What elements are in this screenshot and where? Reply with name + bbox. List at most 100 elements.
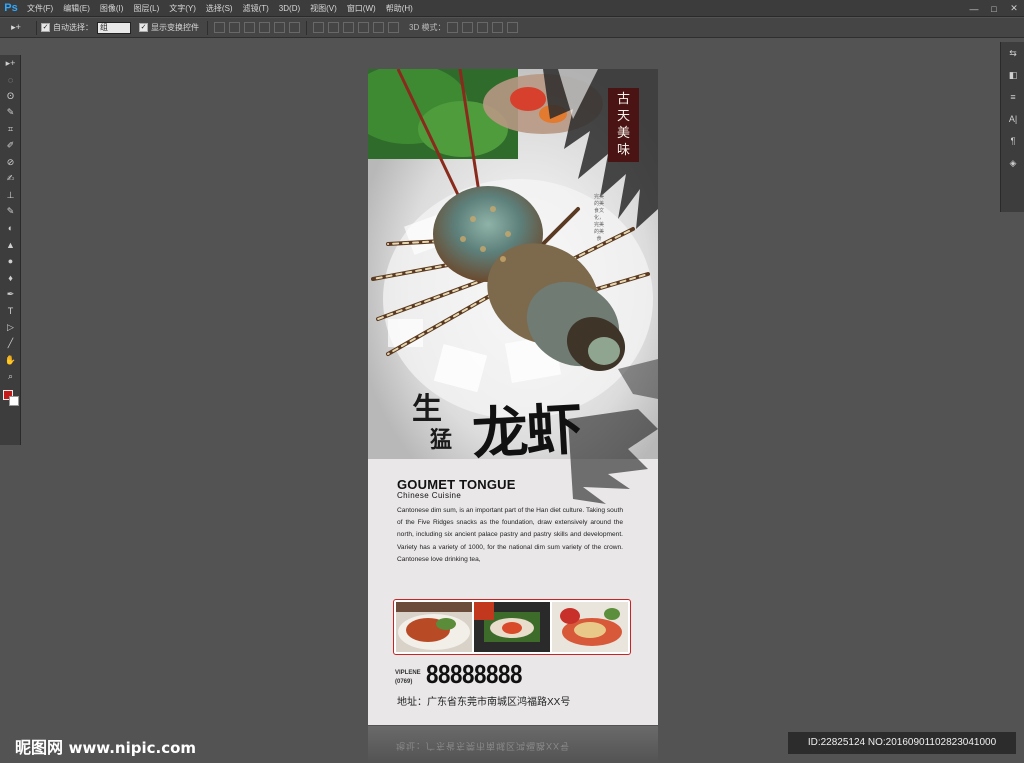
distribute-bottom-icon[interactable] (343, 22, 354, 33)
body-paragraph: Cantonese dim sum, is an important part … (397, 507, 623, 563)
title-lobster: 龙虾 (470, 396, 582, 468)
paragraph-panel-icon[interactable]: ¶ (1001, 130, 1024, 152)
dish-photo (552, 602, 628, 652)
dodge-tool-icon[interactable]: ♦ (0, 270, 21, 287)
move-tool-icon[interactable]: ▸+ (0, 55, 21, 72)
seal-char: 味 (616, 143, 630, 158)
pen-tool-icon[interactable]: ✒ (0, 286, 21, 303)
close-button[interactable]: ✕ (1004, 0, 1024, 17)
dish-photo (474, 602, 550, 652)
blur-tool-icon[interactable]: ● (0, 253, 21, 270)
layers-panel-icon[interactable]: ◧ (1001, 64, 1024, 86)
menu-edit[interactable]: 编辑(E) (58, 0, 95, 17)
menu-view[interactable]: 视图(V) (305, 0, 342, 17)
seal-char: 古 (616, 92, 630, 107)
canvas-reflection: 地址：广东省东莞市南城区鸿福路XX号 (368, 726, 658, 763)
auto-select-dropdown[interactable]: 组 (97, 21, 131, 34)
healing-brush-tool-icon[interactable]: ⊘ (0, 154, 21, 171)
watermark-logo-url: www.nipic.com (68, 739, 197, 757)
menu-file[interactable]: 文件(F) (22, 0, 58, 17)
history-panel-icon[interactable]: ⇆ (1001, 42, 1024, 64)
english-subtitle: Chinese Cuisine (397, 491, 462, 500)
align-left-icon[interactable] (259, 22, 270, 33)
distribute-hcenter-icon[interactable] (373, 22, 384, 33)
distribute-left-icon[interactable] (358, 22, 369, 33)
menu-3d[interactable]: 3D(D) (274, 0, 305, 17)
distribute-top-icon[interactable] (313, 22, 324, 33)
photoshop-window: Ps 文件(F) 编辑(E) 图像(I) 图层(L) 文字(Y) 选择(S) 滤… (0, 0, 1024, 763)
watermark-logo: 昵图网 www.nipic.com (15, 734, 196, 758)
3d-slide-icon[interactable] (492, 22, 504, 33)
divider (36, 20, 37, 35)
menu-select[interactable]: 选择(S) (201, 0, 238, 17)
title-char-meng: 猛 (430, 427, 453, 453)
align-bottom-icon[interactable] (244, 22, 255, 33)
options-bar: ▸+ ✓ 自动选择： 组 ✓ 显示变换控件 3D 模式： (0, 18, 1024, 38)
vip-label: VIPLENE (395, 670, 421, 676)
hand-tool-icon[interactable]: ✋ (0, 352, 21, 369)
lasso-tool-icon[interactable]: ʘ (0, 88, 21, 105)
auto-select-checkbox[interactable]: ✓ (41, 23, 50, 32)
marquee-tool-icon[interactable]: ◌ (0, 72, 21, 89)
window-controls: — □ ✕ (964, 0, 1024, 17)
show-transform-checkbox[interactable]: ✓ (139, 23, 148, 32)
menu-layer[interactable]: 图层(L) (128, 0, 164, 17)
document-canvas[interactable]: 古 天 美 味 完美的美食文化，完美的美食 生 猛 龙虾 GOUMET TONG… (368, 69, 658, 725)
vertical-tagline: 完美的美食文化，完美的美食 (594, 194, 605, 242)
minimize-button[interactable]: — (964, 0, 984, 17)
watermark-logo-prefix: 昵图网 (15, 738, 64, 757)
3d-scale-icon[interactable] (507, 22, 519, 33)
line-tool-icon[interactable]: ╱ (0, 336, 21, 353)
align-vcenter-icon[interactable] (229, 22, 240, 33)
distribute-right-icon[interactable] (388, 22, 399, 33)
quick-select-tool-icon[interactable]: ✎ (0, 105, 21, 122)
show-transform-label: 显示变换控件 (151, 23, 199, 32)
brush-tool-icon[interactable]: ✍ (0, 171, 21, 188)
gradient-tool-icon[interactable]: ▲ (0, 237, 21, 254)
english-title: GOUMET TONGUE (397, 477, 516, 492)
phone-number: 88888888 (426, 659, 523, 689)
maximize-button[interactable]: □ (984, 0, 1004, 17)
right-panel-dock: ⇆ ◧ ≡ A| ¶ ◈ (1000, 42, 1024, 212)
seal-stamp: 古 天 美 味 (608, 88, 639, 162)
menu-help[interactable]: 帮助(H) (381, 0, 418, 17)
history-brush-tool-icon[interactable]: ✎ (0, 204, 21, 221)
background-color-swatch[interactable] (9, 396, 19, 406)
menu-window[interactable]: 窗口(W) (342, 0, 381, 17)
watermark-id: ID:22825124 NO:20160901102823041000 (788, 732, 1016, 754)
clone-stamp-tool-icon[interactable]: ⊥ (0, 187, 21, 204)
auto-select-label: 自动选择： (53, 23, 93, 32)
area-code: (0769) (395, 679, 413, 685)
3d-roll-icon[interactable] (462, 22, 474, 33)
address: 地址：广东省东莞市南城区鸿福路XX号 (397, 697, 571, 708)
tools-panel: ▸+ ◌ ʘ ✎ ⌗ ✐ ⊘ ✍ ⊥ ✎ ◐ ▲ ● ♦ ✒ T ▷ ╱ ✋ ⌕ (0, 55, 21, 445)
zoom-tool-icon[interactable]: ⌕ (0, 369, 21, 386)
divider (207, 20, 208, 35)
3d-mode-label: 3D 模式： (409, 23, 446, 32)
3d-panel-icon[interactable]: ◈ (1001, 152, 1024, 174)
menu-filter[interactable]: 滤镜(T) (238, 0, 274, 17)
menu-image[interactable]: 图像(I) (95, 0, 129, 17)
menu-type[interactable]: 文字(Y) (164, 0, 201, 17)
align-hcenter-icon[interactable] (274, 22, 285, 33)
character-panel-icon[interactable]: A| (1001, 108, 1024, 130)
move-tool-preset[interactable]: ▸+ (0, 18, 32, 38)
3d-pan-icon[interactable] (477, 22, 489, 33)
seal-char: 美 (616, 126, 630, 141)
eyedropper-tool-icon[interactable]: ✐ (0, 138, 21, 155)
align-top-icon[interactable] (214, 22, 225, 33)
distribute-vcenter-icon[interactable] (328, 22, 339, 33)
path-select-tool-icon[interactable]: ▷ (0, 319, 21, 336)
dish-gallery (393, 599, 631, 655)
seal-char: 天 (616, 109, 630, 124)
type-tool-icon[interactable]: T (0, 303, 21, 320)
adjustments-panel-icon[interactable]: ≡ (1001, 86, 1024, 108)
eraser-tool-icon[interactable]: ◐ (0, 220, 21, 237)
crop-tool-icon[interactable]: ⌗ (0, 121, 21, 138)
align-right-icon[interactable] (289, 22, 300, 33)
phone-prefix: VIPLENE (0769) (395, 669, 421, 687)
ps-logo: Ps (4, 2, 18, 14)
dish-photo (396, 602, 472, 652)
3d-orbit-icon[interactable] (447, 22, 459, 33)
reflection-text: 地址：广东省东莞市南城区鸿福路XX号 (396, 741, 571, 751)
